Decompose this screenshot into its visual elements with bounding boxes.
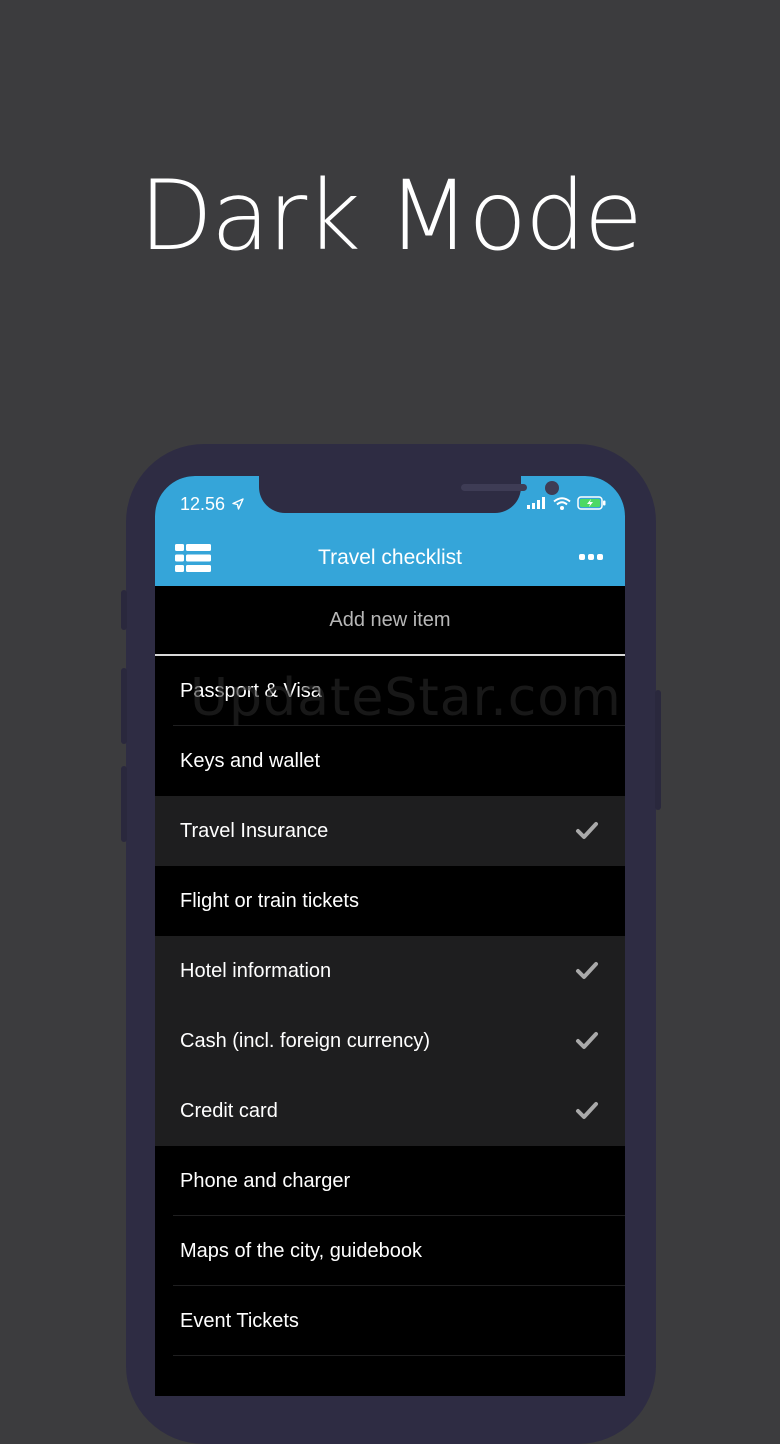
nav-title: Travel checklist — [318, 546, 462, 569]
wifi-icon — [553, 496, 571, 510]
location-arrow-icon — [232, 498, 244, 510]
checkmark-icon[interactable] — [575, 1031, 599, 1051]
checklist-item-label: Travel Insurance — [180, 819, 329, 842]
checklist-item-label: Flight or train tickets — [180, 889, 359, 912]
speaker — [461, 484, 527, 491]
checklist-item[interactable]: Hotel information — [155, 936, 625, 1006]
checklist-item[interactable]: Keys and wallet — [155, 726, 625, 796]
phone-screen: 12.56 Travel checklist Add new item Pass… — [155, 476, 625, 1396]
checklist-item-label: Credit card — [180, 1099, 278, 1122]
phone-side-button — [655, 690, 661, 810]
battery-charging-icon — [577, 496, 606, 510]
checklist-item[interactable]: Credit card — [155, 1076, 625, 1146]
checklist-item-label: Event Tickets — [180, 1309, 299, 1332]
status-time-label: 12.56 — [180, 494, 226, 514]
more-options-icon[interactable] — [579, 554, 603, 560]
checklist-item[interactable]: Phone and charger — [155, 1146, 625, 1216]
checklist-item[interactable]: Maps of the city, guidebook — [155, 1216, 625, 1286]
phone-side-button — [121, 590, 127, 630]
checklist-item[interactable]: Flight or train tickets — [155, 866, 625, 936]
notch — [259, 476, 559, 513]
status-icons — [527, 496, 607, 510]
checklist-item-label: Passport & Visa — [180, 679, 322, 702]
headline: Dark Mode — [139, 160, 643, 272]
checklist-item[interactable]: Event Tickets — [155, 1286, 625, 1356]
signal-icon — [527, 497, 545, 509]
status-time: 12.56 — [180, 494, 244, 515]
checkmark-icon[interactable] — [575, 961, 599, 981]
phone-side-button — [121, 766, 127, 842]
checklist-item[interactable]: Cash (incl. foreign currency) — [155, 1006, 625, 1076]
checklist-item-label: Phone and charger — [180, 1169, 351, 1192]
checkmark-icon[interactable] — [575, 821, 599, 841]
nav-bar: 12.56 Travel checklist — [155, 476, 625, 586]
camera — [545, 481, 559, 495]
add-new-item-input[interactable]: Add new item — [155, 586, 625, 656]
checklist-item[interactable]: Travel Insurance — [155, 796, 625, 866]
checkmark-icon[interactable] — [575, 1101, 599, 1121]
phone-side-button — [121, 668, 127, 744]
checklist-item-label: Keys and wallet — [180, 749, 321, 772]
checklist-item-label: Hotel information — [180, 959, 332, 982]
checklist-item-label: Cash (incl. foreign currency) — [180, 1029, 431, 1052]
checklist-item[interactable] — [155, 1356, 625, 1396]
checklist-item[interactable]: Passport & Visa — [155, 656, 625, 726]
checklist-item-label: Maps of the city, guidebook — [180, 1239, 422, 1262]
checklist: Passport & Visa Keys and wallet Travel Ins… — [155, 656, 625, 1396]
